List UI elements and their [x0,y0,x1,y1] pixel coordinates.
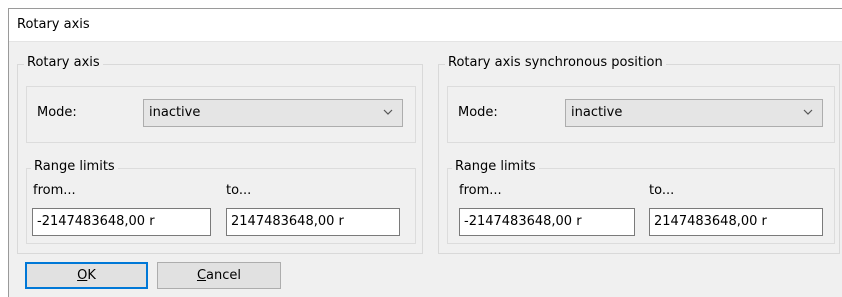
sync-mode-select-value: inactive [571,105,623,120]
sync-range-to-value: 2147483648,00 r [654,214,767,229]
cancel-mnemonic: C [196,268,207,283]
ok-mnemonic: O [77,268,88,283]
cancel-label-rest: ancel [206,268,242,283]
rotary-axis-group: Rotary axis Mode: inactive Range limits … [17,55,423,254]
sync-range-from-value: -2147483648,00 r [464,214,582,229]
sync-mode-label: Mode: [458,105,498,120]
sync-range-limits-panel: Range limits from... to... -2147483648,0… [447,159,835,244]
window-title: Rotary axis [17,17,90,32]
sync-range-to-input[interactable]: 2147483648,00 r [649,208,823,236]
range-from-input[interactable]: -2147483648,00 r [32,208,211,236]
mode-label: Mode: [37,105,77,120]
mode-select[interactable]: inactive [143,99,403,127]
sync-mode-panel: Mode: inactive [447,86,835,143]
ok-button[interactable]: OK [25,262,148,289]
mode-panel: Mode: inactive [26,86,416,143]
range-limits-panel: Range limits from... to... -2147483648,0… [26,159,416,244]
sync-to-label: to... [649,183,675,198]
sync-position-group: Rotary axis synchronous position Mode: i… [438,55,840,254]
chevron-down-icon [383,109,393,115]
range-limits-title: Range limits [31,159,118,174]
range-to-input[interactable]: 2147483648,00 r [226,208,400,236]
from-label: from... [33,183,76,198]
title-bar: Rotary axis [9,9,842,42]
range-to-value: 2147483648,00 r [231,214,344,229]
sync-range-limits-title: Range limits [452,159,539,174]
ok-label-rest: K [87,268,96,283]
sync-position-group-title: Rotary axis synchronous position [445,55,666,70]
to-label: to... [226,183,252,198]
range-from-value: -2147483648,00 r [37,214,155,229]
rotary-axis-group-title: Rotary axis [24,55,103,70]
rotary-axis-dialog: Rotary axis Rotary axis Mode: inactive R… [8,8,842,297]
sync-from-label: from... [459,183,502,198]
chevron-down-icon [803,109,813,115]
sync-mode-select[interactable]: inactive [565,99,823,127]
mode-select-value: inactive [149,105,201,120]
sync-range-from-input[interactable]: -2147483648,00 r [459,208,635,236]
cancel-button[interactable]: Cancel [157,262,281,289]
